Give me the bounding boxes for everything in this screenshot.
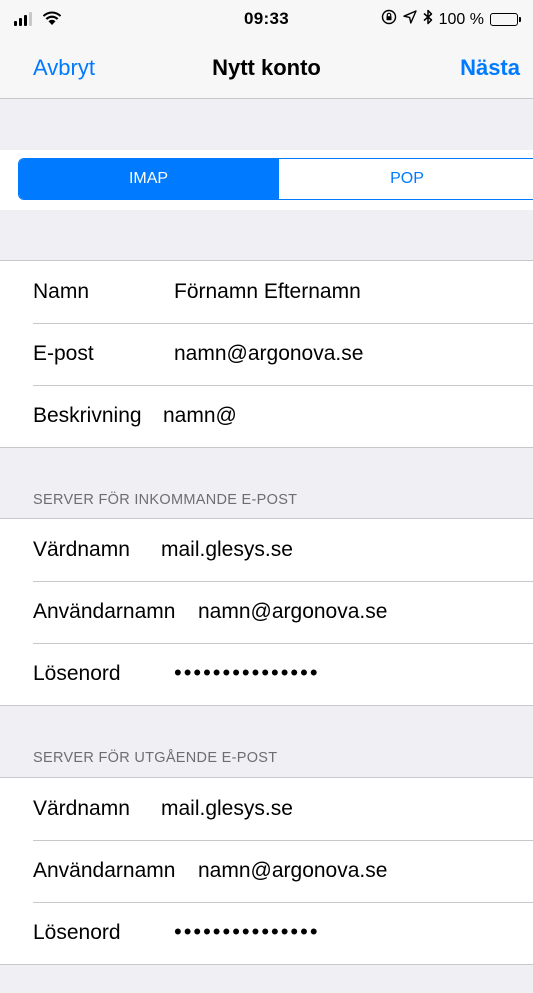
incoming-username-field[interactable]: namn@argonova.se	[198, 600, 387, 624]
incoming-password-row[interactable]: Lösenord •••••••••••••••	[0, 643, 533, 705]
bluetooth-icon	[423, 9, 433, 30]
status-right: 100 %	[381, 9, 521, 30]
outgoing-password-field[interactable]: •••••••••••••••	[174, 919, 320, 945]
outgoing-username-field[interactable]: namn@argonova.se	[198, 859, 387, 883]
description-field[interactable]: namn@	[163, 404, 237, 428]
outgoing-password-label: Lösenord	[33, 921, 121, 944]
battery-icon	[490, 13, 521, 26]
incoming-hostname-row[interactable]: Värdnamn mail.glesys.se	[0, 519, 533, 581]
incoming-password-label: Lösenord	[33, 662, 121, 685]
incoming-password-field[interactable]: •••••••••••••••	[174, 660, 320, 686]
segment-imap[interactable]: IMAP	[19, 159, 278, 199]
incoming-username-label: Användarnamn	[33, 600, 176, 623]
incoming-hostname-label: Värdnamn	[33, 538, 130, 561]
email-row[interactable]: E-post namn@argonova.se	[0, 323, 533, 385]
outgoing-hostname-label: Värdnamn	[33, 797, 130, 820]
name-label: Namn	[33, 280, 90, 303]
outgoing-section-header: SERVER FÖR UTGÅENDE E-POST	[33, 750, 278, 766]
segment-pop[interactable]: POP	[278, 159, 533, 199]
account-group: Namn Förnamn Efternamn E-post namn@argon…	[0, 260, 533, 448]
incoming-username-row[interactable]: Användarnamn namn@argonova.se	[0, 581, 533, 643]
incoming-section-header: SERVER FÖR INKOMMANDE E-POST	[33, 492, 298, 508]
outgoing-hostname-row[interactable]: Värdnamn mail.glesys.se	[0, 778, 533, 840]
incoming-hostname-field[interactable]: mail.glesys.se	[161, 538, 293, 562]
outgoing-password-row[interactable]: Lösenord •••••••••••••••	[0, 902, 533, 964]
outgoing-hostname-field[interactable]: mail.glesys.se	[161, 797, 293, 821]
location-icon	[402, 10, 417, 29]
name-row[interactable]: Namn Förnamn Efternamn	[0, 261, 533, 323]
protocol-segmented-control: IMAP POP	[18, 158, 533, 200]
email-label: E-post	[33, 342, 94, 365]
orientation-lock-icon	[381, 9, 397, 30]
incoming-server-group: Värdnamn mail.glesys.se Användarnamn nam…	[0, 518, 533, 706]
next-button[interactable]: Nästa	[460, 55, 520, 81]
description-label: Beskrivning	[33, 404, 142, 427]
description-row[interactable]: Beskrivning namn@	[0, 385, 533, 447]
battery-text: 100 %	[438, 10, 484, 28]
outgoing-username-row[interactable]: Användarnamn namn@argonova.se	[0, 840, 533, 902]
name-field[interactable]: Förnamn Efternamn	[174, 280, 361, 304]
segmented-band: IMAP POP	[0, 150, 533, 210]
email-field[interactable]: namn@argonova.se	[174, 342, 363, 366]
outgoing-server-group: Värdnamn mail.glesys.se Användarnamn nam…	[0, 777, 533, 965]
page-title: Nytt konto	[212, 55, 321, 80]
nav-bar: Avbryt Nytt konto Nästa	[0, 38, 533, 99]
status-bar: 09:33 100 %	[0, 0, 533, 38]
outgoing-username-label: Användarnamn	[33, 859, 176, 882]
